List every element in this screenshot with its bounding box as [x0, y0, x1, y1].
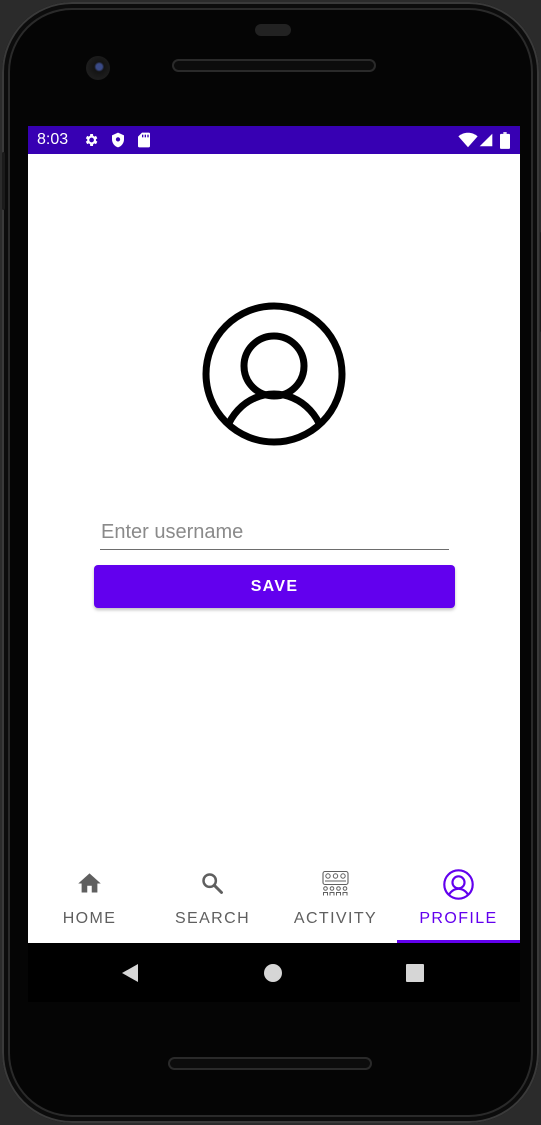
- home-icon: [78, 873, 101, 893]
- device-screen: 8:03 Enter username SAVE HOME SEARCH ACT…: [28, 126, 520, 1002]
- nav-item-search[interactable]: SEARCH: [151, 856, 274, 943]
- home-circle-icon[interactable]: [261, 961, 285, 985]
- bottom-speaker-grille: [168, 1057, 372, 1070]
- phone-frame: 8:03 Enter username SAVE HOME SEARCH ACT…: [2, 2, 541, 1123]
- recents-icon[interactable]: [403, 961, 427, 985]
- account-circle-icon: [443, 869, 474, 900]
- wifi-icon: [458, 132, 478, 148]
- nav-label-profile: PROFILE: [419, 910, 498, 927]
- save-button[interactable]: SAVE: [94, 565, 455, 608]
- volume-button: [2, 152, 5, 210]
- profile-screen: SAVE HOME SEARCH: [28, 154, 520, 943]
- cell-signal-icon: [479, 133, 493, 147]
- earpiece: [255, 24, 291, 36]
- activity-icon: [322, 870, 349, 896]
- system-navigation-bar: [28, 943, 520, 1002]
- nav-item-profile[interactable]: PROFILE: [397, 856, 520, 943]
- nav-label-search: SEARCH: [174, 910, 251, 927]
- top-speaker-grille: [172, 59, 376, 72]
- back-icon[interactable]: [118, 961, 142, 985]
- nav-item-activity[interactable]: ACTIVITY: [274, 856, 397, 943]
- status-bar: 8:03: [28, 126, 520, 154]
- nav-label-activity: ACTIVITY: [293, 910, 378, 927]
- shield-icon: [112, 132, 124, 148]
- sd-card-icon: [138, 132, 150, 148]
- gear-icon: [85, 134, 98, 146]
- nav-label-home: HOME: [62, 910, 117, 927]
- front-camera: [86, 56, 110, 80]
- battery-icon: [500, 132, 510, 149]
- username-input[interactable]: [100, 520, 449, 550]
- bottom-navigation: HOME SEARCH ACTIVITY PROFILE: [28, 856, 520, 943]
- nav-item-home[interactable]: HOME: [28, 856, 151, 943]
- status-time: 8:03: [37, 131, 69, 148]
- account-circle-icon: [202, 302, 346, 446]
- search-icon: [202, 873, 223, 894]
